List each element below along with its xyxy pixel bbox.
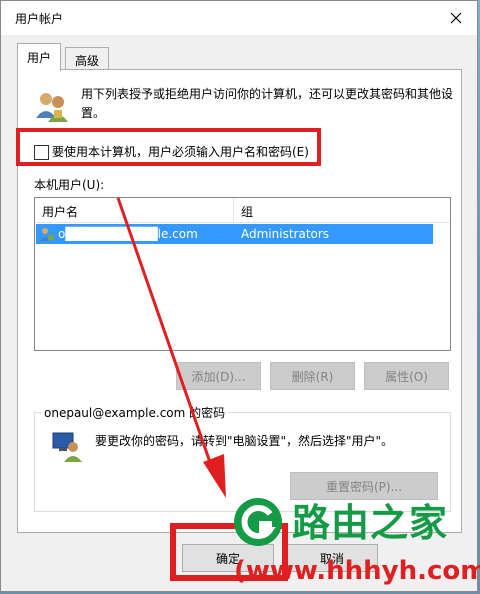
watermark-name: 路由之家: [292, 501, 449, 545]
watermark-url: (www.hhhyh.com): [234, 556, 480, 586]
watermark-logo-icon: [234, 498, 282, 546]
tab-users-label: 用户: [27, 51, 52, 65]
watermark: 路由之家 (www.hhhyh.com): [232, 494, 480, 594]
tab-users[interactable]: 用户: [17, 43, 62, 71]
